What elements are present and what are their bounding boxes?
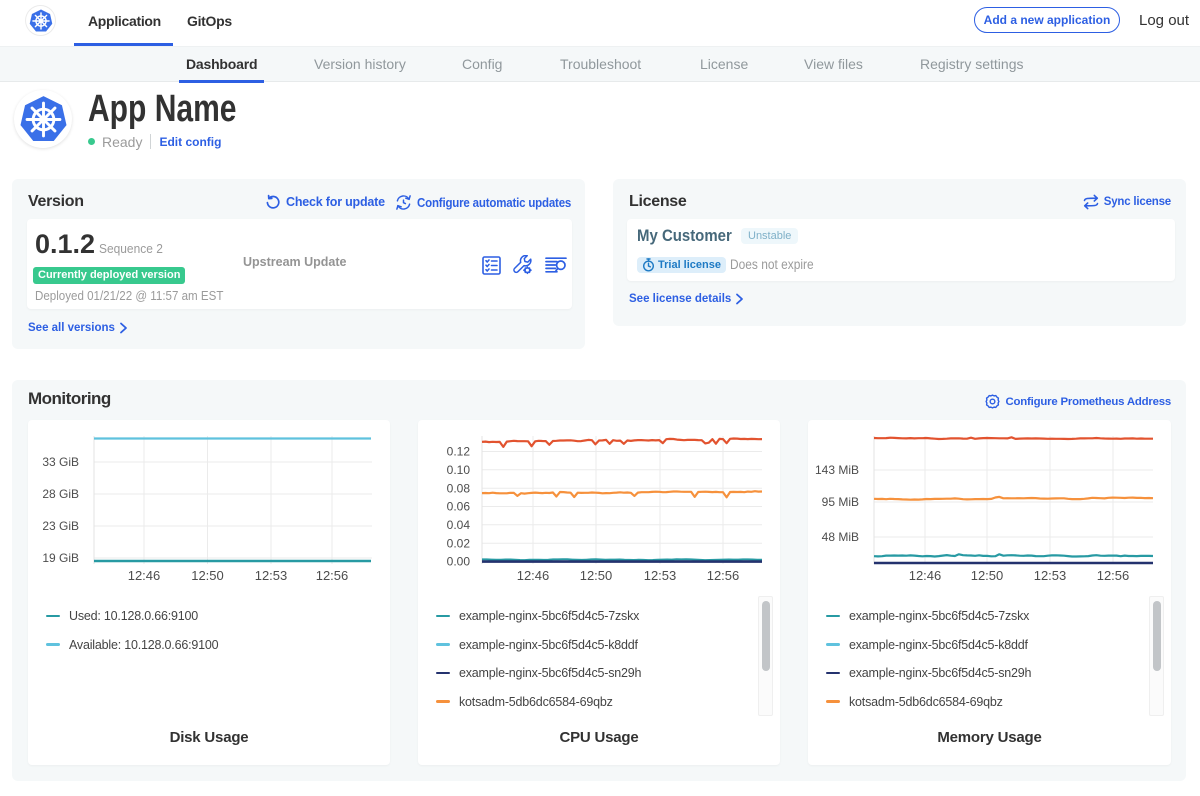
svg-text:0.02: 0.02 <box>447 536 471 550</box>
svg-text:19 GiB: 19 GiB <box>42 551 79 565</box>
svg-text:12:50: 12:50 <box>580 568 613 583</box>
svg-text:28 GiB: 28 GiB <box>42 487 79 501</box>
svg-text:12:56: 12:56 <box>707 568 740 583</box>
svg-text:0.06: 0.06 <box>447 500 471 514</box>
svg-text:12:46: 12:46 <box>909 568 942 583</box>
svg-text:143 MiB: 143 MiB <box>815 463 859 477</box>
svg-text:0.00: 0.00 <box>447 555 471 569</box>
svg-text:0.08: 0.08 <box>447 481 471 495</box>
svg-text:0.04: 0.04 <box>447 518 471 532</box>
svg-text:12:46: 12:46 <box>517 568 550 583</box>
svg-text:0.12: 0.12 <box>447 445 471 459</box>
svg-text:12:50: 12:50 <box>971 568 1004 583</box>
svg-text:12:56: 12:56 <box>316 568 349 583</box>
svg-text:0.10: 0.10 <box>447 463 471 477</box>
svg-text:33 GiB: 33 GiB <box>42 455 79 469</box>
svg-text:95 MiB: 95 MiB <box>822 495 859 509</box>
svg-text:12:53: 12:53 <box>1034 568 1067 583</box>
svg-text:12:46: 12:46 <box>128 568 161 583</box>
svg-text:12:53: 12:53 <box>644 568 677 583</box>
svg-text:23 GiB: 23 GiB <box>42 519 79 533</box>
svg-text:12:53: 12:53 <box>255 568 288 583</box>
svg-text:12:56: 12:56 <box>1097 568 1130 583</box>
svg-text:48 MiB: 48 MiB <box>822 530 859 544</box>
svg-text:12:50: 12:50 <box>191 568 224 583</box>
